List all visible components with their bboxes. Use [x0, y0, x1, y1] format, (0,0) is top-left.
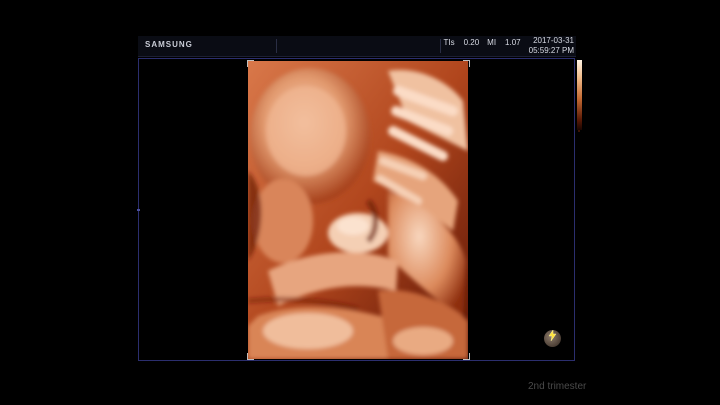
color-map-end [578, 130, 580, 132]
trimester-caption: 2nd trimester [528, 381, 587, 392]
header-bar: SAMSUNG TIs 0.20 MI 1.07 2017-03-31 05:5… [138, 36, 576, 57]
header-divider [276, 39, 277, 53]
mi-readout: MI 1.07 [487, 38, 520, 48]
brand-logo: SAMSUNG [145, 40, 193, 49]
image-viewport[interactable] [137, 58, 575, 361]
time-text: 05:59:27 PM [528, 46, 574, 55]
tis-label: TIs [443, 38, 455, 47]
tis-readout: TIs 0.20 [443, 38, 479, 48]
ultrasound-screen: SAMSUNG TIs 0.20 MI 1.07 2017-03-31 05:5… [0, 0, 720, 405]
header-readout: TIs 0.20 MI 1.07 2017-03-31 05:59:27 PM [443, 36, 576, 56]
datetime: 2017-03-31 05:59:27 PM [529, 36, 574, 56]
depth-marker [137, 209, 140, 211]
fetal-3d-render[interactable] [248, 61, 468, 359]
roi-corner-top-right [463, 60, 470, 67]
roi-corner-top-left [247, 60, 254, 67]
fetal-render-image [248, 61, 468, 359]
light-source-icon[interactable] [544, 330, 561, 347]
header-divider [440, 39, 441, 53]
mi-label: MI [487, 38, 497, 47]
color-map-bar [577, 60, 582, 130]
roi-corner-bottom-right [463, 353, 470, 360]
lightning-icon [548, 330, 557, 341]
date-text: 2017-03-31 [533, 36, 574, 45]
roi-corner-bottom-left [247, 353, 254, 360]
tis-value: 0.20 [463, 38, 480, 47]
mi-value: 1.07 [505, 38, 521, 47]
